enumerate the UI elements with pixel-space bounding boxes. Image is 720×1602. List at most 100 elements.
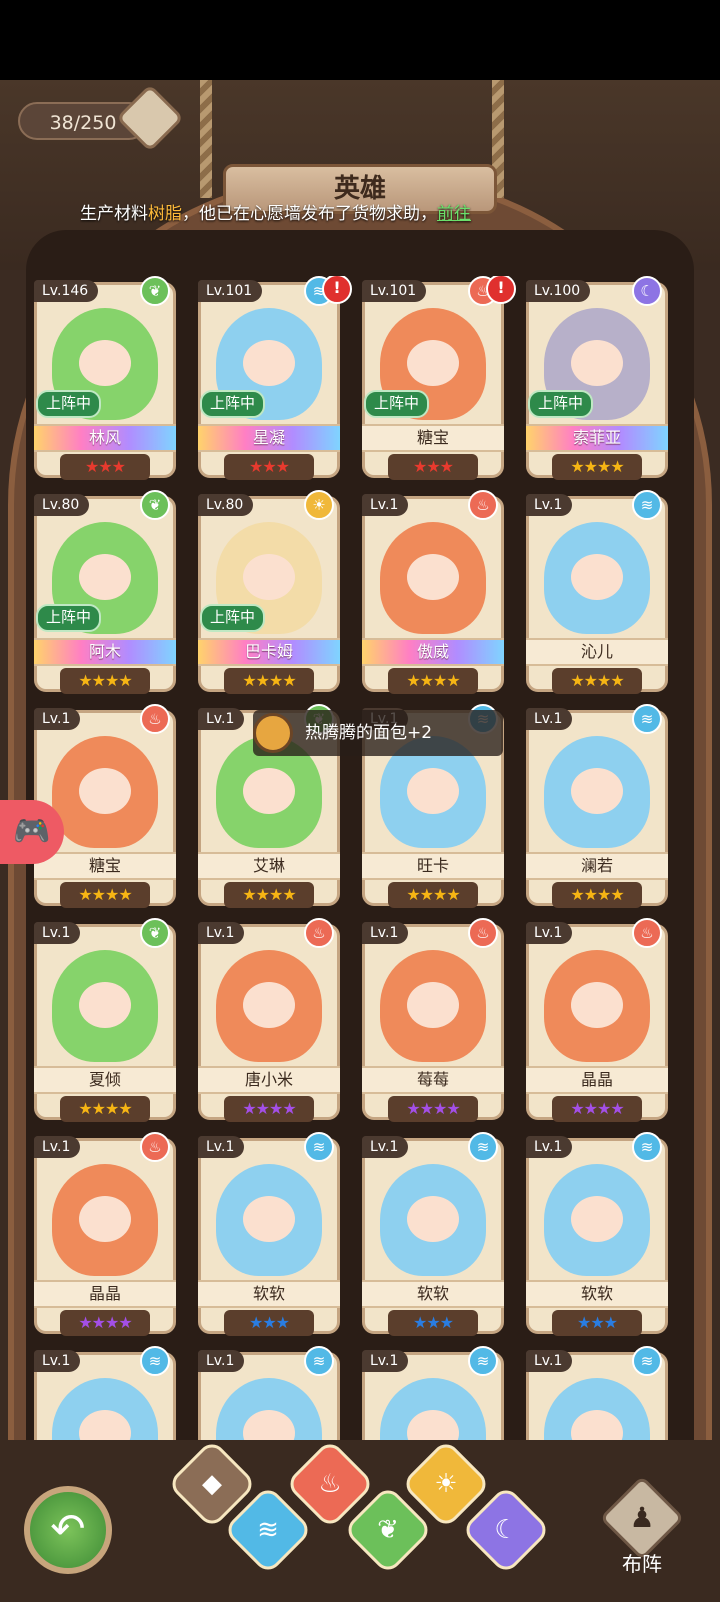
hero-card[interactable]: Lv.1 ≋ 沁儿 ★★★★ — [522, 490, 672, 698]
hero-face — [571, 340, 623, 386]
water-element-icon: ≋ — [304, 1132, 334, 1162]
hero-stars: ★★★★ — [60, 1310, 150, 1336]
water-element-icon: ≋ — [632, 1346, 662, 1376]
hero-stars: ★★★ — [224, 454, 314, 480]
gamepad-icon[interactable]: 🎮 — [0, 800, 64, 864]
hero-face — [407, 768, 459, 814]
hero-card[interactable]: Lv.1 ♨ 莓莓 ★★★★ — [358, 918, 508, 1126]
hero-card[interactable]: Lv.100 ☾ 上阵中 索菲亚 ★★★★ — [522, 276, 672, 484]
hero-level: Lv.1 — [34, 1350, 81, 1372]
hero-name: 晶晶 — [526, 1066, 668, 1094]
notice-highlight: 树脂 — [148, 204, 182, 224]
hero-card[interactable]: Lv.1 ♨ 傲威 ★★★★ — [358, 490, 508, 698]
hero-level: Lv.1 — [362, 922, 409, 944]
hero-stars: ★★★★ — [60, 1096, 150, 1122]
hero-card[interactable]: Lv.1 ❦ 夏倾 ★★★★ — [30, 918, 180, 1126]
leaf-element-icon: ❦ — [140, 276, 170, 306]
back-button[interactable]: ↶ — [24, 1486, 112, 1574]
hero-level: Lv.1 — [526, 1136, 573, 1158]
hero-level: Lv.1 — [198, 1136, 245, 1158]
fire-element-icon: ♨ — [140, 1132, 170, 1162]
water-element-icon: ≋ — [468, 1132, 498, 1162]
hero-face — [79, 768, 131, 814]
deployed-badge: 上阵中 — [200, 604, 266, 632]
hero-name: 唐小米 — [198, 1066, 340, 1094]
bottom-bar: ↶ ◆ ≋ ♨ ❦ ☀ ☾ ♟ 布阵 — [0, 1438, 720, 1602]
hero-level: Lv.1 — [34, 922, 81, 944]
deployed-badge: 上阵中 — [36, 604, 102, 632]
hero-stars: ★★★ — [224, 1310, 314, 1336]
sun-element-icon: ☀ — [304, 490, 334, 520]
hero-name: 夏倾 — [34, 1066, 176, 1094]
hero-name: 软软 — [526, 1280, 668, 1308]
hero-card[interactable]: Lv.101 ♨! 上阵中 糖宝 ★★★ — [358, 276, 516, 484]
reward-toast: 热腾腾的面包+2 — [253, 710, 503, 756]
hero-stars: ★★★★ — [388, 882, 478, 908]
moon-icon: ☾ — [494, 1515, 518, 1545]
hero-card[interactable]: Lv.80 ☀ 上阵中 巴卡姆 ★★★★ — [194, 490, 344, 698]
hero-name: 软软 — [198, 1280, 340, 1308]
hero-name: 晶晶 — [34, 1280, 176, 1308]
fire-element-icon: ♨ — [632, 918, 662, 948]
deployed-badge: 上阵中 — [528, 390, 594, 418]
hero-level: Lv.1 — [526, 1350, 573, 1372]
hero-face — [571, 1196, 623, 1242]
hero-name: 艾琳 — [198, 852, 340, 880]
hero-name: 索菲亚 — [526, 424, 668, 452]
hero-face — [407, 982, 459, 1028]
hero-name: 糖宝 — [34, 852, 176, 880]
water-element-icon: ≋ — [632, 1132, 662, 1162]
hero-name: 星凝 — [198, 424, 340, 452]
hero-card[interactable]: Lv.1 ≋ 软软 ★★★ — [522, 1132, 672, 1340]
deployed-badge: 上阵中 — [200, 390, 266, 418]
hero-card[interactable]: Lv.146 ❦ 上阵中 林风 ★★★ — [30, 276, 180, 484]
notice-marquee: 生产材料树脂，他已在心愿墙发布了货物求助，前往 — [80, 200, 620, 228]
hero-level: Lv.1 — [198, 1350, 245, 1372]
hero-grid: Lv.146 ❦ 上阵中 林风 ★★★ Lv.101 ≋! 上阵中 星凝 ★★★ Lv.101 ♨! 上… — [30, 276, 690, 1522]
hero-card[interactable]: Lv.101 ≋! 上阵中 星凝 ★★★ — [194, 276, 352, 484]
hero-face — [571, 982, 623, 1028]
hero-face — [243, 340, 295, 386]
hero-level: Lv.1 — [526, 922, 573, 944]
water-element-icon: ≋ — [468, 1346, 498, 1376]
hero-level: Lv.1 — [34, 708, 81, 730]
hero-name: 沁儿 — [526, 638, 668, 666]
hero-face — [243, 1196, 295, 1242]
hero-card[interactable]: Lv.1 ≋ 软软 ★★★ — [194, 1132, 344, 1340]
hero-card[interactable]: Lv.1 ≋ 澜若 ★★★★ — [522, 704, 672, 912]
hero-level: Lv.1 — [362, 1350, 409, 1372]
hero-level: Lv.100 — [526, 280, 591, 302]
rope-left — [200, 80, 212, 198]
leaf-icon: ❦ — [377, 1515, 399, 1545]
hero-name: 林风 — [34, 424, 176, 452]
hero-level: Lv.1 — [198, 922, 245, 944]
hero-level: Lv.1 — [526, 708, 573, 730]
hero-name: 旺卡 — [362, 852, 504, 880]
bread-icon — [253, 713, 293, 753]
hero-level: Lv.1 — [362, 1136, 409, 1158]
hero-face — [407, 554, 459, 600]
alert-icon: ! — [486, 276, 516, 304]
hero-stars: ★★★ — [388, 454, 478, 480]
hero-card[interactable]: Lv.1 ♨ 晶晶 ★★★★ — [30, 1132, 180, 1340]
water-element-icon: ≋ — [632, 490, 662, 520]
hero-face — [79, 1196, 131, 1242]
moon-element-icon: ☾ — [632, 276, 662, 306]
hero-card[interactable]: Lv.80 ❦ 上阵中 阿木 ★★★★ — [30, 490, 180, 698]
hero-card[interactable]: Lv.1 ♨ 唐小米 ★★★★ — [194, 918, 344, 1126]
hero-name: 糖宝 — [362, 424, 504, 452]
hero-card[interactable]: Lv.1 ≋ 软软 ★★★ — [358, 1132, 508, 1340]
water-element-icon: ≋ — [304, 1346, 334, 1376]
hero-level: Lv.146 — [34, 280, 99, 302]
leaf-element-icon: ❦ — [140, 490, 170, 520]
hero-face — [571, 554, 623, 600]
hero-stars: ★★★★ — [224, 1096, 314, 1122]
sun-icon: ☀ — [434, 1469, 458, 1499]
hero-screen: 38/250 英雄 生产材料树脂，他已在心愿墙发布了货物求助，前往 Lv.146… — [0, 80, 720, 1602]
notice-link[interactable]: 前往 — [437, 204, 471, 224]
hero-card[interactable]: Lv.1 ♨ 晶晶 ★★★★ — [522, 918, 672, 1126]
hero-stars: ★★★★ — [552, 882, 642, 908]
hero-name: 阿木 — [34, 638, 176, 666]
hero-face — [407, 1196, 459, 1242]
fire-element-icon: ♨ — [468, 918, 498, 948]
